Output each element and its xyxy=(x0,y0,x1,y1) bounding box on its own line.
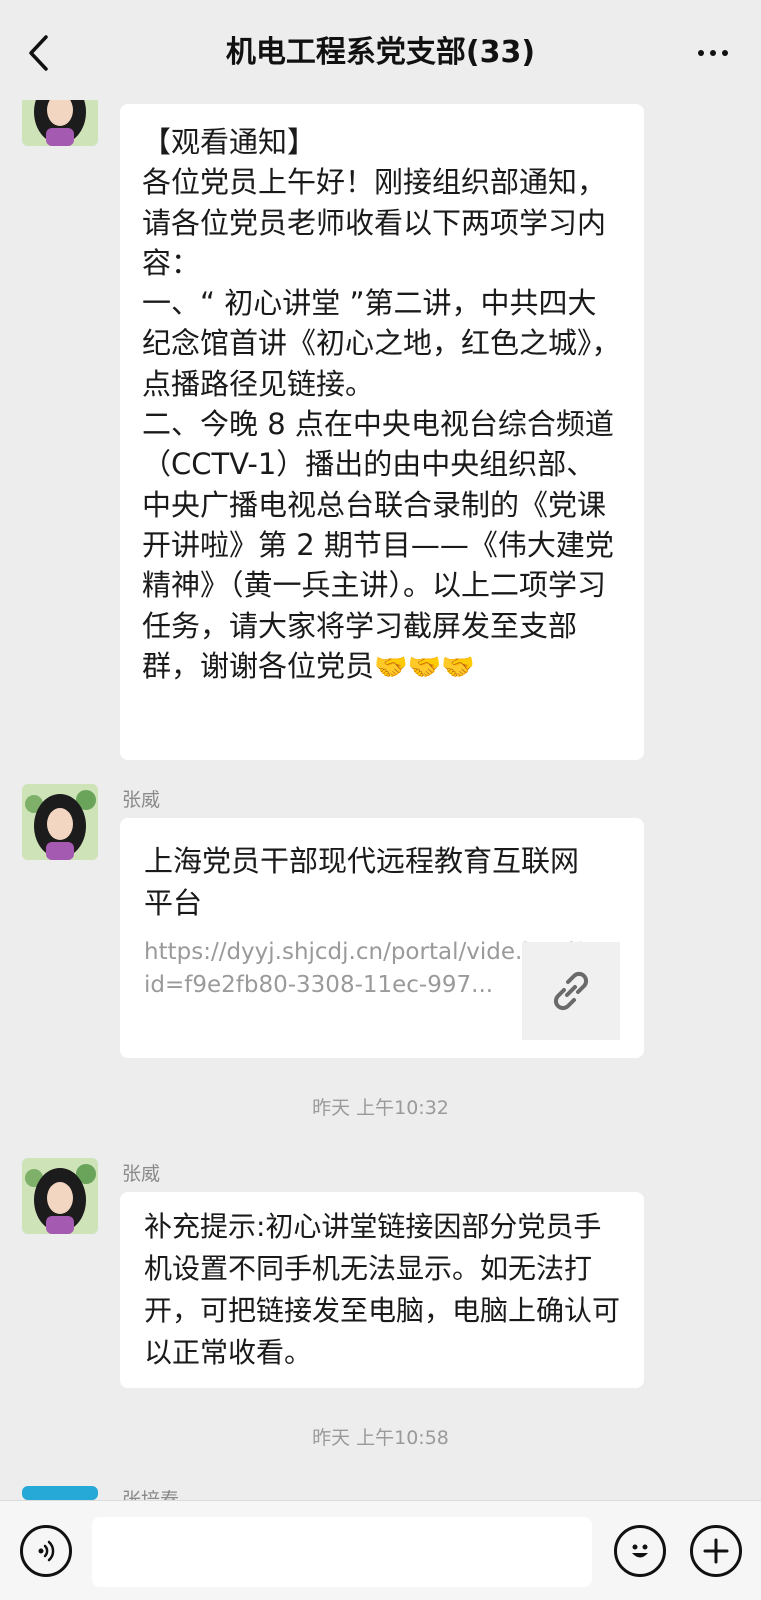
plus-button[interactable] xyxy=(690,1525,742,1577)
voice-button[interactable] xyxy=(20,1525,72,1577)
timestamp: 昨天 上午10:32 xyxy=(312,1097,449,1119)
sender-name: 张威 xyxy=(122,789,161,811)
message-text: 【观看通知】 各位党员上午好！刚接组织部通知，请各位党员老师收看以下两项学习内容… xyxy=(142,125,621,683)
timestamp: 昨天 上午10:58 xyxy=(312,1427,449,1449)
input-bar xyxy=(0,1500,761,1600)
voice-icon xyxy=(38,1540,55,1562)
message-bubble[interactable]: 【观看通知】 各位党员上午好！刚接组织部通知，请各位党员老师收看以下两项学习内容… xyxy=(120,104,644,760)
message-input[interactable] xyxy=(92,1517,592,1587)
handshake-emoji: 🤝🤝🤝 xyxy=(374,651,475,683)
link-card[interactable]: 上海党员干部现代远程教育互联网平台 https://dyyj.shjcdj.cn… xyxy=(120,818,644,1058)
sender-name: 张培春 xyxy=(122,1489,180,1500)
message-text: 补充提示:初心讲堂链接因部分党员手机设置不同手机无法显示。如无法打开，可把链接发… xyxy=(144,1210,621,1369)
emoji-icon xyxy=(632,1544,648,1558)
sender-name: 张威 xyxy=(122,1163,161,1185)
emoji-button[interactable] xyxy=(614,1525,666,1577)
link-title: 上海党员干部现代远程教育互联网平台 xyxy=(144,844,580,920)
link-url: https://dyyj.shjcdj.cn/portal/vide.html?… xyxy=(144,939,587,998)
chat-title: 机电工程系党支部(33) xyxy=(225,35,536,70)
more-dots-icon xyxy=(698,50,704,56)
plus-icon xyxy=(703,1538,729,1564)
avatar[interactable] xyxy=(22,1486,98,1500)
link-thumbnail xyxy=(522,942,620,1040)
more-button[interactable] xyxy=(693,38,733,68)
chat-header: 机电工程系党支部(33) xyxy=(0,0,761,100)
message-bubble[interactable]: 补充提示:初心讲堂链接因部分党员手机设置不同手机无法显示。如无法打开，可把链接发… xyxy=(120,1192,644,1388)
avatar[interactable] xyxy=(22,784,98,860)
avatar[interactable] xyxy=(22,1158,98,1234)
link-icon xyxy=(553,971,589,1011)
